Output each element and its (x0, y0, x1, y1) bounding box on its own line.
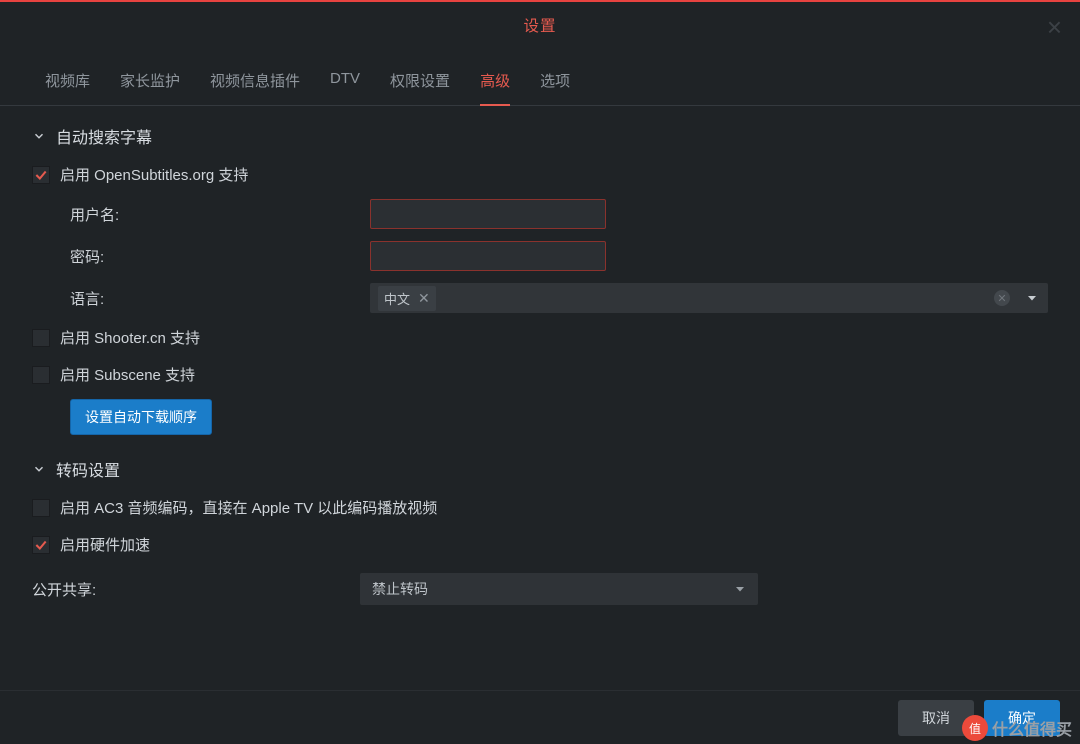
label-language: 语言: (70, 288, 360, 309)
chevron-down-icon (32, 129, 46, 143)
chevron-down-icon (32, 633, 46, 635)
label-password: 密码: (70, 246, 360, 267)
tab-advanced[interactable]: 高级 (465, 60, 525, 105)
tab-parental[interactable]: 家长监护 (105, 60, 195, 105)
section-transcode-title: 转码设置 (56, 457, 120, 481)
ok-button[interactable]: 确定 (984, 700, 1060, 736)
input-password[interactable] (370, 241, 606, 271)
tab-bar: 视频库 家长监护 视频信息插件 DTV 权限设置 高级 选项 (0, 48, 1080, 106)
input-language[interactable]: 中文 ✕ ✕ (370, 283, 1048, 313)
label-subscene: 启用 Subscene 支持 (60, 364, 195, 385)
chevron-down-icon (32, 462, 46, 476)
dialog-titlebar: 设置 × (0, 2, 1080, 48)
tag-remove-icon[interactable]: ✕ (418, 290, 430, 307)
label-ac3: 启用 AC3 音频编码，直接在 Apple TV 以此编码播放视频 (60, 497, 437, 518)
checkbox-hw-accel[interactable] (32, 536, 50, 554)
label-public-share: 公开共享: (32, 579, 350, 600)
select-public-share-value: 禁止转码 (372, 579, 428, 599)
tab-video-library[interactable]: 视频库 (30, 60, 105, 105)
language-tag[interactable]: 中文 ✕ (378, 286, 436, 311)
section-subtitle-title: 自动搜索字幕 (56, 124, 152, 148)
content-area: 自动搜索字幕 启用 OpenSubtitles.org 支持 用户名: 密码: … (0, 106, 1080, 684)
label-shooter: 启用 Shooter.cn 支持 (60, 327, 200, 348)
label-opensubtitles: 启用 OpenSubtitles.org 支持 (60, 164, 248, 185)
section-transcode[interactable]: 转码设置 (28, 439, 1052, 489)
language-tag-label: 中文 (384, 289, 410, 308)
tab-dtv[interactable]: DTV (315, 60, 375, 105)
chevron-down-icon (734, 583, 746, 595)
section-video-cover-title: 视频封面设置 (56, 633, 152, 635)
section-video-cover[interactable]: 视频封面设置 (28, 615, 1052, 635)
input-username[interactable] (370, 199, 606, 229)
section-subtitle-search[interactable]: 自动搜索字幕 (28, 106, 1052, 156)
dialog-title: 设置 (523, 14, 556, 36)
clear-icon[interactable]: ✕ (994, 290, 1010, 306)
checkbox-shooter[interactable] (32, 329, 50, 347)
tab-metadata-plugin[interactable]: 视频信息插件 (195, 60, 315, 105)
tab-options[interactable]: 选项 (525, 60, 585, 105)
dialog-footer: 取消 确定 (0, 690, 1080, 744)
checkbox-ac3[interactable] (32, 499, 50, 517)
tab-permissions[interactable]: 权限设置 (375, 60, 465, 105)
label-hw-accel: 启用硬件加速 (60, 534, 150, 555)
checkbox-subscene[interactable] (32, 366, 50, 384)
select-public-share[interactable]: 禁止转码 (360, 573, 758, 605)
checkbox-opensubtitles[interactable] (32, 166, 50, 184)
close-icon[interactable]: × (1047, 14, 1062, 40)
chevron-down-icon[interactable] (1026, 292, 1038, 304)
button-download-order[interactable]: 设置自动下载顺序 (70, 399, 212, 435)
label-username: 用户名: (70, 204, 360, 225)
cancel-button[interactable]: 取消 (898, 700, 974, 736)
